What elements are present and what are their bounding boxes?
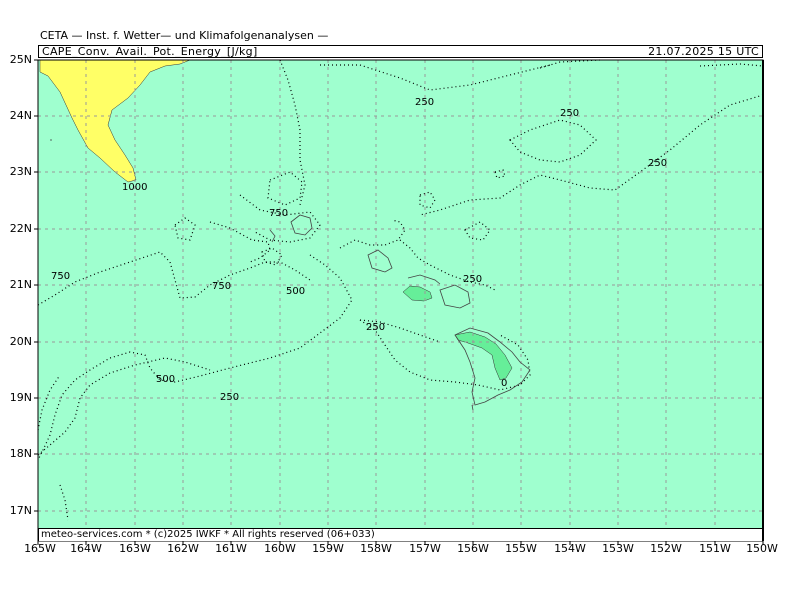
lat-label: 18N xyxy=(9,447,32,460)
lon-label: 155W xyxy=(505,542,537,555)
contour-label: 500 xyxy=(286,286,305,297)
lon-label: 162W xyxy=(167,542,199,555)
lon-label: 152W xyxy=(650,542,682,555)
lat-label: 20N xyxy=(9,335,32,348)
lon-label: 164W xyxy=(70,542,102,555)
contour-label: 750 xyxy=(212,281,231,292)
lon-label: 150W xyxy=(746,542,778,555)
lat-label: 22N xyxy=(9,222,32,235)
lon-label: 153W xyxy=(602,542,634,555)
lon-label: 151W xyxy=(699,542,731,555)
copyright-text: meteo-services.com * (c)2025 IWKF * All … xyxy=(41,529,375,540)
contour-label: 250 xyxy=(366,322,385,333)
contour-label: 250 xyxy=(220,392,239,403)
lon-label: 158W xyxy=(360,542,392,555)
lon-label: 165W xyxy=(24,542,56,555)
contour-label: 250 xyxy=(560,108,579,119)
lat-label: 19N xyxy=(9,391,32,404)
contour-label: 500 xyxy=(156,374,175,385)
lon-label: 163W xyxy=(119,542,151,555)
contour-label: 1000 xyxy=(122,182,147,193)
lon-label: 157W xyxy=(409,542,441,555)
contour-label: 250 xyxy=(415,97,434,108)
map-canvas: 250 250 250 1000 750 750 750 500 250 250… xyxy=(34,59,764,545)
contour-label: 750 xyxy=(269,208,288,219)
lat-label: 23N xyxy=(9,165,32,178)
lon-label: 156W xyxy=(457,542,489,555)
lat-label: 25N xyxy=(9,53,32,66)
lat-label: 24N xyxy=(9,109,32,122)
contour-label: 0 xyxy=(501,378,507,389)
lon-label: 159W xyxy=(312,542,344,555)
contour-label: 250 xyxy=(463,274,482,285)
footer-bar: meteo-services.com * (c)2025 IWKF * All … xyxy=(38,528,763,541)
contour-label: 750 xyxy=(51,271,70,282)
map-background xyxy=(38,60,763,541)
lon-label: 154W xyxy=(554,542,586,555)
lon-label: 161W xyxy=(215,542,247,555)
contour-label: 250 xyxy=(648,158,667,169)
lat-label: 17N xyxy=(9,504,32,517)
lat-label: 21N xyxy=(9,278,32,291)
lon-label: 160W xyxy=(264,542,296,555)
